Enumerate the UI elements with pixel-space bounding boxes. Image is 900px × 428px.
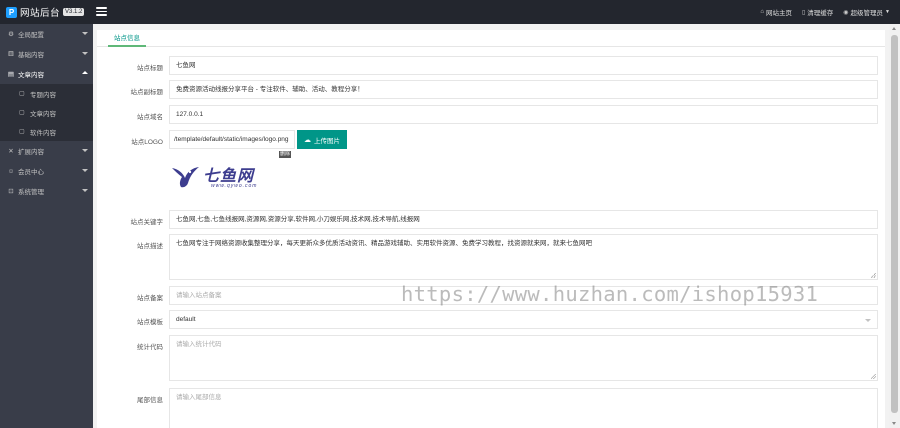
version-badge: V3.1.2 [63, 8, 85, 16]
sidebar-item-label: 全局配置 [18, 32, 44, 39]
sidebar-subitem-articles[interactable]: ▢ 文章内容 [0, 103, 93, 122]
site-description-textarea[interactable]: 七鱼网专注于网络资源收集整理分享，每天更新众多优质活动资讯、精品游戏辅助、实用软… [169, 234, 878, 280]
sidebar: ⚙ 全局配置 ⚅ 基础内容 ▤ 文章内容 ▢ 专题内容 ▢ 文章内容 ▢ 软件内容 ✕ 扩展内… [0, 24, 93, 428]
main-content: 站点信息 站点标题 七鱼网 站点副标题 免费资源活动线报分享平台 - 专注软件、… [93, 24, 889, 428]
site-template-label: 站点模板 [137, 319, 163, 326]
user-icon: ◉ [843, 9, 849, 16]
site-logo-label: 站点LOGO [131, 139, 163, 146]
site-keywords-input[interactable]: 七鱼网,七鱼,七鱼线报网,资源网,资源分享,软件网,小刀娱乐网,技术网,技术导航… [169, 210, 878, 229]
app-title: 网站后台 [20, 8, 61, 19]
site-subtitle-label: 站点副标题 [130, 89, 164, 96]
file-icon: ▢ [19, 129, 25, 135]
gear-icon: ⚙ [8, 31, 14, 38]
logo-icon: P [6, 6, 17, 18]
sidebar-item-system-management[interactable]: ⊡ 系统管理 [0, 181, 93, 201]
sidebar-submenu: ▢ 专题内容 ▢ 文章内容 ▢ 软件内容 [0, 84, 93, 141]
site-icp-input[interactable]: 请输入站点备案 [169, 286, 878, 305]
upload-image-button[interactable]: ☁ 上传图片 [297, 130, 347, 149]
chevron-down-icon [82, 169, 88, 172]
site-domain-label: 站点域名 [137, 114, 163, 121]
sidebar-item-extended-content[interactable]: ✕ 扩展内容 [0, 141, 93, 161]
chevron-down-icon [82, 32, 88, 35]
site-template-select[interactable]: default [169, 310, 878, 329]
top-nav: ⌂ 网站主页 ▯ 清理缓存 ◉ 超级管理员 ▼ [760, 0, 890, 24]
scroll-up-icon[interactable] [892, 27, 896, 30]
home-link[interactable]: ⌂ 网站主页 [760, 7, 792, 17]
logo-preview: 删除 七鱼网 www.qywo.com [169, 151, 295, 197]
sidebar-subitem-label: 文章内容 [30, 110, 56, 118]
sidebar-item-global-config[interactable]: ⚙ 全局配置 [0, 24, 93, 44]
delete-image-badge[interactable]: 删除 [279, 151, 292, 158]
footer-info-label: 尾部信息 [137, 397, 163, 404]
menu-toggle-icon[interactable] [96, 6, 107, 17]
site-icp-label: 站点备案 [137, 295, 163, 302]
chevron-down-icon [82, 149, 88, 152]
stats-code-textarea[interactable]: 请输入统计代码 [169, 335, 878, 381]
bird-logo-icon [172, 167, 199, 188]
document-icon: ▤ [7, 71, 15, 78]
resize-handle-icon[interactable] [871, 273, 876, 278]
stats-code-label: 统计代码 [137, 344, 163, 351]
app-logo[interactable]: P 网站后台 V3.1.2 [0, 0, 93, 24]
sidebar-item-label: 基础内容 [18, 52, 44, 59]
site-subtitle-input[interactable]: 免费资源活动线报分享平台 - 专注软件、辅助、活动、教程分享！ [169, 80, 878, 99]
file-icon: ▢ [19, 110, 25, 116]
lock-icon: ⊡ [8, 188, 14, 195]
sidebar-item-member-center[interactable]: ☺ 会员中心 [0, 161, 93, 181]
tab-bar: 站点信息 [97, 30, 885, 47]
upload-button-label: 上传图片 [314, 137, 340, 145]
site-template-value: default [176, 316, 196, 323]
sidebar-subitem-label: 软件内容 [30, 129, 56, 137]
scrollbar-thumb[interactable] [891, 35, 898, 413]
page-scrollbar[interactable] [889, 24, 900, 428]
site-description-text: 七鱼网专注于网络资源收集整理分享，每天更新众多优质活动资讯、精品游戏辅助、实用软… [176, 240, 592, 247]
site-description-label: 站点描述 [137, 243, 163, 250]
sidebar-item-basic-content[interactable]: ⚅ 基础内容 [0, 44, 93, 64]
sidebar-item-label: 系统管理 [18, 189, 44, 196]
site-logo-input[interactable]: /template/default/static/images/logo.png [169, 130, 295, 149]
cloud-upload-icon: ☁ [304, 136, 311, 144]
home-icon: ⌂ [760, 9, 764, 15]
sidebar-subitem-topics[interactable]: ▢ 专题内容 [0, 84, 93, 103]
chevron-down-icon [82, 189, 88, 192]
site-title-label: 站点标题 [137, 65, 163, 72]
trash-icon: ▯ [801, 9, 806, 16]
user-icon: ☺ [7, 167, 15, 175]
home-link-label: 网站主页 [765, 10, 792, 17]
sidebar-subitem-software[interactable]: ▢ 软件内容 [0, 122, 93, 141]
chevron-down-icon: ▼ [885, 9, 890, 15]
chevron-down-icon [82, 52, 88, 55]
clear-cache-label: 清理缓存 [807, 10, 834, 17]
sidebar-item-article-content[interactable]: ▤ 文章内容 [0, 64, 93, 84]
logo-brand-url: www.qywo.com [211, 183, 258, 189]
sidebar-item-label: 文章内容 [18, 72, 44, 79]
user-menu-label: 超级管理员 [850, 10, 884, 17]
site-keywords-label: 站点关键字 [130, 219, 164, 226]
clear-cache-link[interactable]: ▯ 清理缓存 [801, 7, 834, 18]
sidebar-item-label: 扩展内容 [18, 149, 44, 156]
footer-info-textarea[interactable]: 请输入尾部信息 [169, 388, 878, 428]
user-menu[interactable]: ◉ 超级管理员 ▼ [843, 7, 890, 17]
settings-panel: 站点信息 站点标题 七鱼网 站点副标题 免费资源活动线报分享平台 - 专注软件、… [97, 30, 885, 428]
tab-site-info[interactable]: 站点信息 [108, 30, 146, 47]
chevron-up-icon [82, 71, 88, 74]
top-bar: P 网站后台 V3.1.2 ⌂ 网站主页 ▯ 清理缓存 ◉ 超级管理员 ▼ [0, 0, 900, 24]
scroll-down-icon[interactable] [892, 422, 896, 425]
chevron-down-icon [865, 319, 871, 322]
resize-handle-icon[interactable] [871, 374, 876, 379]
sidebar-item-label: 会员中心 [18, 169, 44, 176]
expand-icon: ✕ [8, 148, 14, 155]
site-title-input[interactable]: 七鱼网 [169, 56, 878, 75]
sidebar-subitem-label: 专题内容 [30, 91, 56, 99]
grid-icon: ⚅ [8, 51, 14, 58]
stats-code-placeholder: 请输入统计代码 [176, 341, 222, 348]
site-domain-input[interactable]: 127.0.0.1 [169, 105, 878, 124]
file-icon: ▢ [19, 91, 25, 97]
footer-info-placeholder: 请输入尾部信息 [176, 394, 222, 401]
